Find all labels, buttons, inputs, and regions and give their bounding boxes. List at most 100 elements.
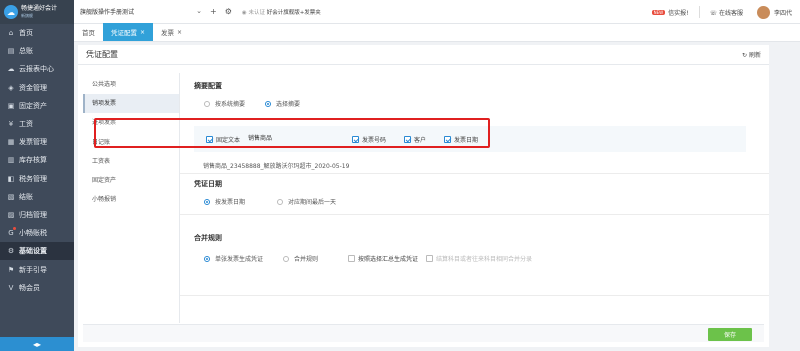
new-badge: NEW [651, 9, 666, 15]
tab-voucher-config[interactable]: 凭证配置 × [103, 23, 154, 41]
radio-label: 按发票日期 [215, 199, 246, 206]
sidebar-item-label: 首页 [19, 29, 33, 38]
settings-icon[interactable]: ⚙ [225, 7, 232, 16]
user-name[interactable]: 李四代 [774, 8, 792, 17]
settings-icon: ⚙ [7, 247, 15, 256]
refresh-label: 刷新 [748, 52, 761, 59]
sidebar-item-guide[interactable]: ⚑ 新手引导 [0, 260, 74, 278]
sidebar-item-label: 库存核算 [19, 156, 47, 165]
radio-system-summary[interactable]: 按系统摘要 [204, 99, 245, 108]
headset-icon: ☏ [709, 9, 718, 17]
messages-label: 信实报! [668, 9, 689, 17]
edition-link[interactable]: 好会计旗舰版+发票夹 [267, 10, 321, 16]
radio-label: 合并规则 [294, 256, 319, 263]
guide-icon: ⚑ [7, 265, 15, 274]
radio-label: 对应期间最后一天 [288, 199, 337, 206]
sidebar-item-invoice[interactable]: ▦ 发票管理 [0, 133, 74, 151]
sidebar-item-archive[interactable]: ▨ 归档管理 [0, 206, 74, 224]
tab-invoice[interactable]: 发票 × [153, 23, 190, 41]
checkbox-icon [348, 255, 356, 262]
sidebar-item-label: 新手引导 [19, 265, 47, 274]
sidebar-item-label: 畅会员 [19, 283, 40, 292]
annotation-highlight [94, 118, 490, 148]
member-icon: V [8, 283, 14, 292]
service-label: 在线客服 [718, 9, 743, 17]
topbar: 旗舰版操作手册测试 ⌄ + ⚙ ◉ 未认证 好会计旗舰版+发票夹 NEW 信实报… [74, 0, 800, 24]
sidebar-item-cloud-report[interactable]: ☁ 云报表中心 [0, 60, 74, 78]
sidebar-item-close-books[interactable]: ▧ 结账 [0, 188, 74, 206]
sidebar-item-label: 资金管理 [19, 83, 47, 92]
checkbox-summary-generate[interactable]: 按照选择汇总生成凭证 [348, 254, 418, 263]
sidebar-item-member[interactable]: V 畅会员 [0, 279, 74, 297]
radio-by-invoice-date[interactable]: 按发票日期 [204, 197, 245, 206]
logo[interactable]: ☁ 畅捷通好会计 新旗舰 [0, 0, 74, 24]
radio-merge-rule[interactable]: 合并规则 [283, 254, 318, 263]
refresh-icon: ↻ [742, 52, 748, 59]
sidebar-item-funds[interactable]: ◈ 资金管理 [0, 79, 74, 97]
cloud-report-icon: ☁ [7, 65, 15, 74]
asset-icon: ▣ [7, 101, 15, 110]
radio-icon [283, 255, 290, 262]
sidebar-item-label: 总账 [19, 47, 33, 56]
content-card: 凭证配置 ↻ 刷新 公共选项 销项发票 进项发票 日记账 工资表 固定资产 小畅报销 摘要配… [78, 45, 769, 347]
certification-status[interactable]: ◉ 未认证 好会计旗舰版+发票夹 [242, 8, 321, 16]
sidebar-item-settings[interactable]: ⚙ 基础设置 [0, 242, 74, 261]
tax-icon: ◧ [7, 174, 15, 183]
save-button[interactable]: 保存 [708, 328, 752, 341]
cert-icon: ◉ [241, 9, 247, 16]
sidebar-item-label: 基础设置 [19, 247, 47, 256]
sidebar-item-label: 云报表中心 [19, 65, 54, 74]
archive-icon: ▨ [7, 210, 15, 219]
logo-title: 畅捷通好会计 [21, 5, 58, 12]
sidebar-item-tax[interactable]: ◧ 税务管理 [0, 170, 74, 188]
radio-icon [265, 100, 272, 107]
summary-title: 摘要配置 [194, 82, 222, 90]
radio-select-summary[interactable]: 选择摘要 [265, 99, 300, 108]
company-name: 旗舰版操作手册测试 [80, 9, 135, 16]
funds-icon: ◈ [8, 83, 14, 92]
tab-label: 首页 [82, 29, 95, 37]
radio-icon [204, 255, 210, 262]
sidebar-item-assistant[interactable]: G 小畅账税 [0, 224, 74, 242]
sidebar-item-label: 发票管理 [19, 138, 47, 147]
sidebar-item-label: 结账 [19, 192, 33, 201]
close-icon[interactable]: × [140, 29, 145, 36]
messages-button[interactable]: NEW 信实报! [651, 8, 689, 17]
radio-single-invoice[interactable]: 单张发票生成凭证 [204, 254, 263, 263]
sidebar-item-inventory[interactable]: ▥ 库存核算 [0, 151, 74, 169]
home-icon: ⌂ [8, 29, 14, 38]
config-menu-item[interactable]: 销项发票 [83, 94, 179, 114]
refresh-button[interactable]: ↻ 刷新 [742, 50, 761, 59]
sidebar-item-home[interactable]: ⌂ 首页 [0, 24, 74, 42]
radio-label: 按系统摘要 [215, 101, 246, 108]
company-selector[interactable]: 旗舰版操作手册测试 ⌄ [80, 7, 202, 16]
radio-label: 单张发票生成凭证 [215, 256, 264, 263]
config-menu-item[interactable]: 固定资产 [83, 171, 179, 190]
add-icon[interactable]: + [210, 7, 217, 16]
cert-label: 未认证 [248, 9, 265, 16]
voucher-date-title: 凭证日期 [194, 180, 222, 188]
tab-home[interactable]: 首页 [74, 23, 103, 41]
sidebar-item-label: 小畅账税 [19, 229, 47, 238]
footer-bar: 保存 [83, 324, 764, 342]
config-menu-item[interactable]: 公共选项 [83, 75, 179, 94]
radio-period-last-day[interactable]: 对应期间最后一天 [277, 197, 336, 206]
logo-subtitle: 新旗舰 [21, 13, 33, 18]
checkbox-label: 结算科目或者往来科目相同合并分录 [436, 256, 533, 263]
avatar[interactable] [756, 5, 770, 19]
collapse-sidebar-button[interactable]: ◂▸ [0, 337, 74, 351]
close-icon[interactable]: × [177, 29, 182, 36]
radio-icon [277, 198, 284, 205]
config-menu-item[interactable]: 工资表 [83, 152, 179, 171]
sidebar-item-salary[interactable]: ¥ 工资 [0, 115, 74, 133]
ledger-icon: ▤ [7, 47, 15, 56]
chevron-down-icon: ⌄ [196, 7, 202, 15]
merge-title: 合并规则 [194, 234, 222, 242]
online-service-button[interactable]: ☏ 在线客服 [710, 8, 743, 17]
config-menu-item[interactable]: 小畅报销 [83, 190, 179, 209]
sidebar-item-label: 工资 [19, 120, 33, 129]
tab-label: 发票 [161, 29, 175, 37]
checkbox-label: 按照选择汇总生成凭证 [358, 256, 419, 263]
sidebar-item-ledger[interactable]: ▤ 总账 [0, 42, 74, 60]
sidebar-item-asset[interactable]: ▣ 固定资产 [0, 97, 74, 115]
